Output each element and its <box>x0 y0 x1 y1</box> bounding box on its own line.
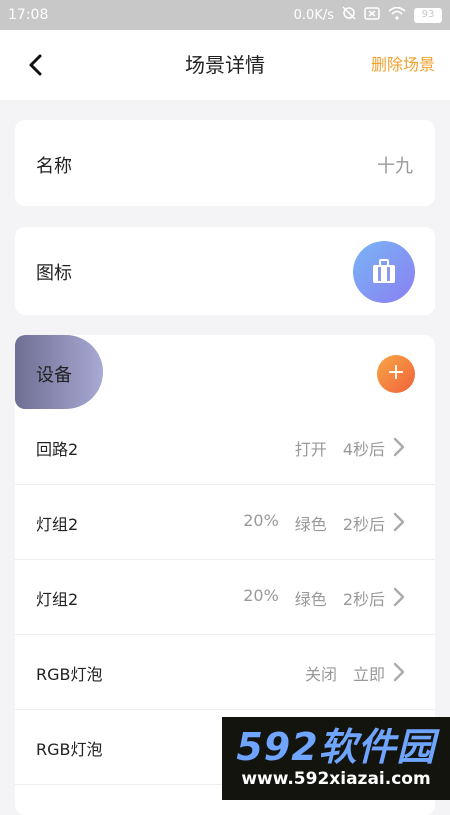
chevron-right-icon <box>393 512 405 532</box>
device-meta: 20% 绿色 2秒后 <box>243 511 385 535</box>
device-delay: 立即 <box>352 665 385 684</box>
watermark-url: www.592xiazai.com <box>241 769 431 789</box>
device-brightness: 20% <box>243 586 279 605</box>
status-time: 17:08 <box>8 7 49 23</box>
status-right: 0.0K/s 93 <box>294 6 442 24</box>
device-color: 绿色 <box>294 515 327 534</box>
wifi-icon <box>388 6 406 24</box>
device-action: 关闭 <box>304 665 337 684</box>
device-row[interactable]: 回路2 打开 4秒后 <box>15 410 435 485</box>
name-label: 名称 <box>36 156 72 177</box>
luggage-icon <box>373 259 395 283</box>
sim-x-icon <box>364 6 380 24</box>
device-name: 回路2 <box>36 440 79 459</box>
nav-bar: 场景详情 删除场景 <box>0 30 450 100</box>
device-brightness: 20% <box>243 511 279 530</box>
device-meta: 关闭 立即 <box>305 661 385 685</box>
device-name: 灯组2 <box>36 515 79 534</box>
device-row[interactable]: 灯组2 20% 绿色 2秒后 <box>15 560 435 635</box>
name-value: 十九 <box>377 156 413 177</box>
device-color: 绿色 <box>294 590 327 609</box>
device-meta: 20% 绿色 2秒后 <box>243 586 385 610</box>
device-name: RGB灯泡 <box>36 740 103 759</box>
battery-icon: 93 <box>414 7 442 23</box>
alarm-off-icon <box>342 6 356 24</box>
back-chevron-icon <box>29 54 42 76</box>
name-row[interactable]: 名称 十九 <box>15 120 435 206</box>
devices-label: 设备 <box>36 365 72 386</box>
watermark-logo: 592软件园 <box>236 725 436 769</box>
chevron-right-icon <box>393 662 405 682</box>
device-meta: 打开 4秒后 <box>295 436 385 460</box>
device-delay: 2秒后 <box>342 590 385 609</box>
device-row[interactable]: 灯组2 20% 绿色 2秒后 <box>15 485 435 560</box>
icon-row[interactable]: 图标 <box>15 227 435 315</box>
plus-icon: + <box>386 360 406 385</box>
add-device-button[interactable]: + <box>377 355 415 393</box>
device-action: 打开 <box>294 440 327 459</box>
watermark: 592软件园 www.592xiazai.com <box>222 717 450 800</box>
back-button[interactable] <box>22 50 52 80</box>
chevron-right-icon <box>393 437 405 457</box>
device-name: 灯组2 <box>36 590 79 609</box>
delete-scene-button[interactable]: 删除场景 <box>371 30 435 100</box>
device-row[interactable]: RGB灯泡 关闭 立即 <box>15 635 435 710</box>
device-delay: 4秒后 <box>342 440 385 459</box>
device-name: RGB灯泡 <box>36 665 103 684</box>
status-bar: 17:08 0.0K/s 93 <box>0 0 450 30</box>
icon-label: 图标 <box>36 263 72 284</box>
chevron-right-icon <box>393 587 405 607</box>
device-delay: 2秒后 <box>342 515 385 534</box>
net-speed: 0.0K/s <box>293 7 334 23</box>
scene-icon-button[interactable] <box>353 241 415 303</box>
